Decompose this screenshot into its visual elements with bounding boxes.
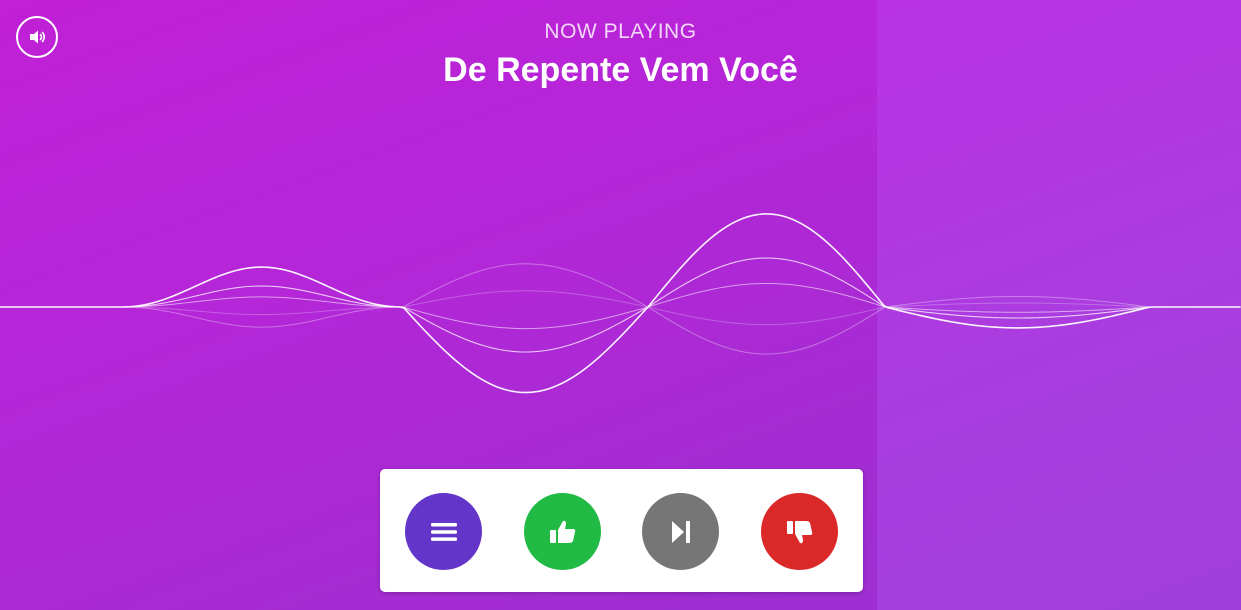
- like-button[interactable]: [524, 493, 601, 570]
- audio-waveform: [0, 213, 1241, 394]
- now-playing-label: NOW PLAYING: [544, 20, 697, 43]
- song-title: De Repente Vem Você: [443, 51, 798, 89]
- skip-button[interactable]: [642, 493, 719, 570]
- waveform-line: [0, 290, 1241, 326]
- thumbs-down-icon: [786, 520, 812, 543]
- skip-forward-icon: [671, 520, 690, 543]
- menu-icon: [430, 522, 457, 541]
- waveform-line: [0, 263, 1241, 355]
- player-controls: [380, 469, 863, 592]
- menu-button[interactable]: [405, 493, 482, 570]
- now-playing-header: NOW PLAYING De Repente Vem Você: [0, 18, 1241, 92]
- thumbs-up-icon: [549, 520, 575, 543]
- dislike-button[interactable]: [761, 493, 838, 570]
